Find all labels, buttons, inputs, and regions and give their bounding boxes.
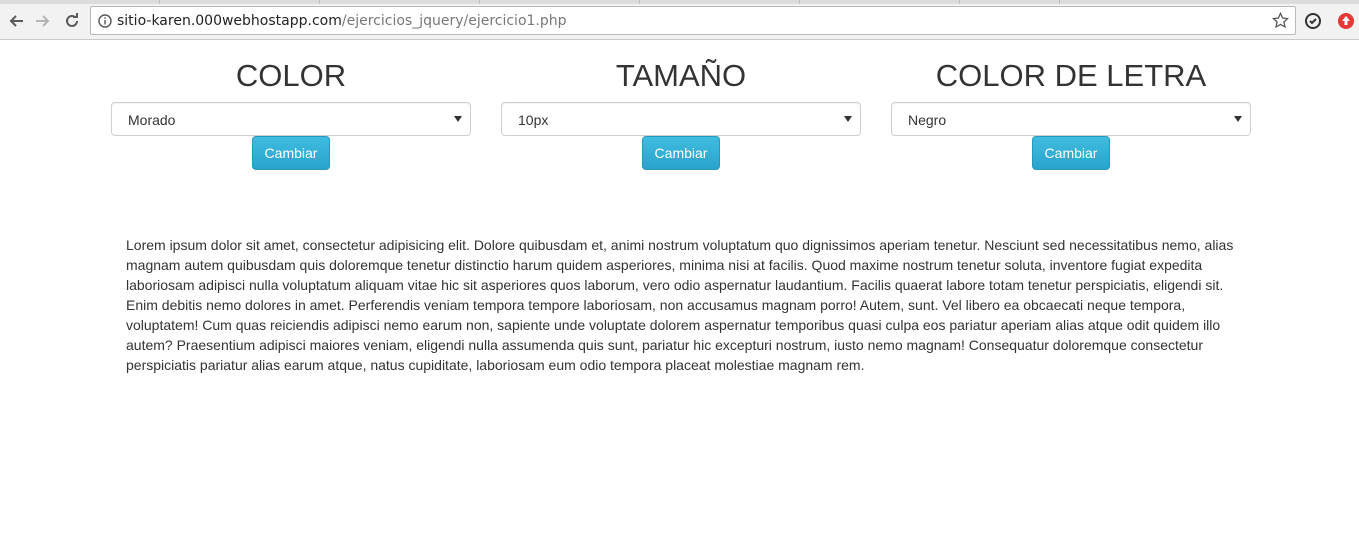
url-text[interactable]: sitio-karen.000webhostapp.com/ejercicios… (117, 13, 567, 29)
size-change-button[interactable]: Cambiar (642, 136, 720, 170)
size-select[interactable]: 10px (501, 102, 861, 136)
color-heading: COLOR (235, 58, 347, 93)
back-arrow-icon (9, 15, 23, 27)
font-color-select-value: Negro (908, 112, 947, 128)
font-color-control: COLOR DE LETRA Negro Cambiar (891, 58, 1251, 170)
size-control: TAMAÑO 10px Cambiar (501, 58, 861, 170)
chevron-down-icon (454, 116, 462, 122)
size-heading: TAMAÑO (615, 58, 747, 93)
star-icon[interactable] (1272, 12, 1289, 29)
lorem-paragraph: Lorem ipsum dolor sit amet, consectetur … (126, 237, 1234, 373)
url-host: sitio-karen.000webhostapp.com (117, 13, 342, 29)
address-bar[interactable]: sitio-karen.000webhostapp.com/ejercicios… (90, 6, 1296, 35)
info-icon[interactable] (98, 14, 112, 28)
color-select-value: Morado (128, 112, 176, 128)
font-color-select[interactable]: Negro (891, 102, 1251, 136)
back-button[interactable] (5, 10, 27, 32)
color-control: COLOR Morado Cambiar (111, 58, 471, 170)
reload-button[interactable] (61, 10, 83, 32)
url-path: /ejercicios_jquery/ejercicio1.php (341, 13, 567, 29)
sync-extension-icon[interactable] (1304, 12, 1322, 30)
color-select[interactable]: Morado (111, 102, 471, 136)
font-color-heading: COLOR DE LETRA (935, 58, 1207, 93)
forward-button[interactable] (32, 10, 54, 32)
chevron-down-icon (1234, 116, 1242, 122)
color-change-button[interactable]: Cambiar (252, 136, 330, 170)
size-select-value: 10px (518, 112, 549, 128)
forward-arrow-icon (36, 15, 50, 27)
reload-icon (66, 13, 78, 27)
upload-extension-icon[interactable] (1337, 12, 1355, 30)
browser-toolbar: sitio-karen.000webhostapp.com/ejercicios… (0, 4, 1359, 40)
chevron-down-icon (844, 116, 852, 122)
font-color-change-button[interactable]: Cambiar (1032, 136, 1110, 170)
